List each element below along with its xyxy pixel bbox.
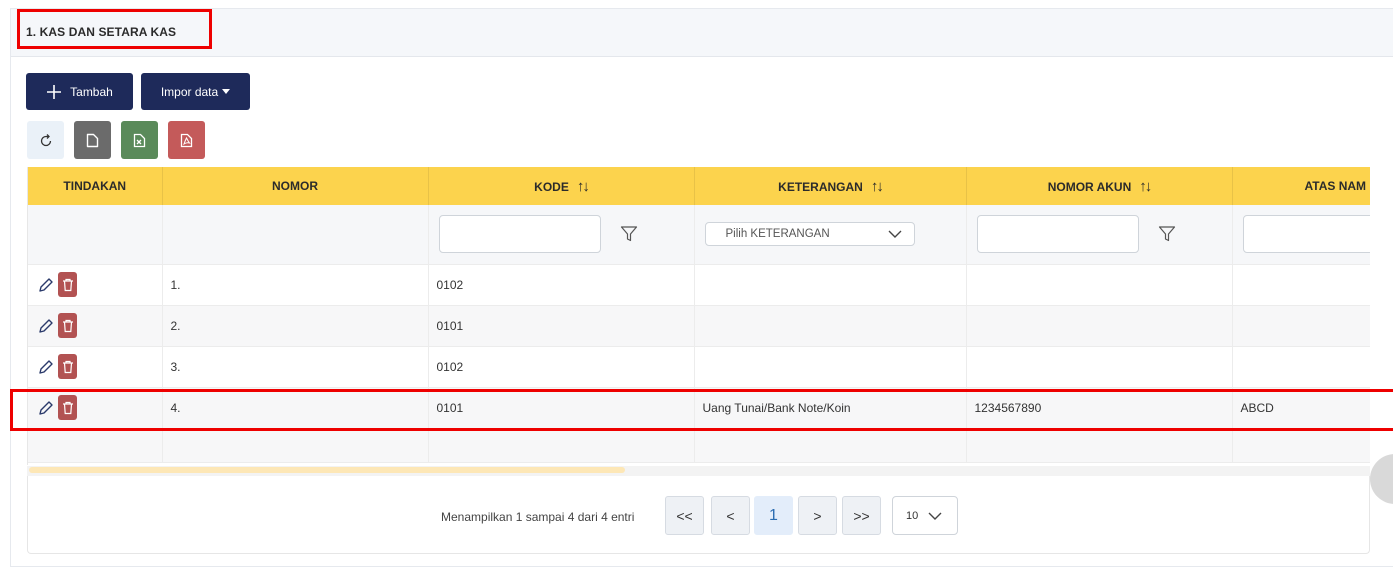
edit-icon[interactable] [36,398,56,418]
chevron-down-icon [928,512,942,520]
table-row: 4. 0101 Uang Tunai/Bank Note/Koin 123456… [28,387,1370,429]
data-grid: TINDAKAN NOMOR KODE ↑↓ KETERANGAN ↑↓ NOMOR… [27,167,1370,465]
delete-button[interactable] [58,395,77,420]
filter-icon[interactable] [1158,225,1176,243]
delete-button[interactable] [58,272,77,297]
edit-icon[interactable] [36,316,56,336]
trash-icon [62,278,73,291]
column-header-atas-nama: ATAS NAM [1232,167,1370,205]
pdf-icon [180,133,193,147]
data-table: TINDAKAN NOMOR KODE ↑↓ KETERANGAN ↑↓ NOMOR… [28,167,1370,463]
trash-icon [62,360,73,373]
first-page-button[interactable]: << [665,496,704,535]
empty-row [28,428,1370,463]
filter-icon[interactable] [620,225,638,243]
kode-filter-input[interactable] [438,215,601,254]
sort-icon[interactable]: ↑↓ [871,178,884,195]
keterangan-select[interactable]: Pilih KETERANGAN [704,222,915,247]
pager-info: Menampilkan 1 sampai 4 dari 4 entri [441,510,635,524]
import-button-label: Impor data [160,84,219,99]
column-header-keterangan[interactable]: KETERANGAN ↑↓ [694,167,967,205]
panel-header: 1. KAS DAN SETARA KAS [11,9,1393,57]
refresh-icon [40,134,51,147]
export-pdf-button[interactable] [168,121,205,159]
page-size-select[interactable]: 10 [892,496,958,535]
excel-icon [133,133,146,147]
column-header-tindakan: TINDAKAN [28,167,163,205]
prev-page-button[interactable]: < [711,496,750,535]
table-row: 3. 0102 [28,346,1370,388]
horizontal-scrollbar[interactable] [29,467,625,473]
chevron-down-icon [888,230,901,239]
nomor-akun-filter-input[interactable] [976,215,1139,254]
table-row: 1. 0102 [28,264,1370,306]
column-header-nomor-akun[interactable]: NOMOR AKUN ↑↓ [966,167,1233,205]
last-page-button[interactable]: >> [842,496,881,535]
delete-button[interactable] [58,313,77,338]
edit-icon[interactable] [36,275,56,295]
filter-row: Pilih KETERANGAN [28,205,1370,265]
page-size-value: 10 [906,509,919,522]
file-icon [86,133,99,147]
import-data-button[interactable]: Impor data [141,73,250,110]
add-button[interactable]: Tambah [26,73,133,110]
edit-icon[interactable] [36,357,56,377]
panel-title: 1. KAS DAN SETARA KAS [17,9,212,49]
caret-down-icon [222,89,231,94]
trash-icon [62,319,73,332]
export-excel-button[interactable] [121,121,158,159]
table-row: 2. 0101 [28,305,1370,347]
column-header-kode[interactable]: KODE ↑↓ [428,167,695,205]
sort-icon[interactable]: ↑↓ [1139,178,1152,195]
add-button-label: Tambah [70,84,113,99]
trash-icon [62,401,73,414]
atas-nama-filter-input[interactable] [1242,215,1370,254]
delete-button[interactable] [58,354,77,379]
next-page-button[interactable]: > [798,496,837,535]
refresh-button[interactable] [27,121,64,159]
sort-icon[interactable]: ↑↓ [577,178,590,195]
column-header-nomor: NOMOR [162,167,429,205]
export-file-button[interactable] [74,121,111,159]
plus-icon [47,84,62,99]
page-1-button[interactable]: 1 [754,496,793,535]
